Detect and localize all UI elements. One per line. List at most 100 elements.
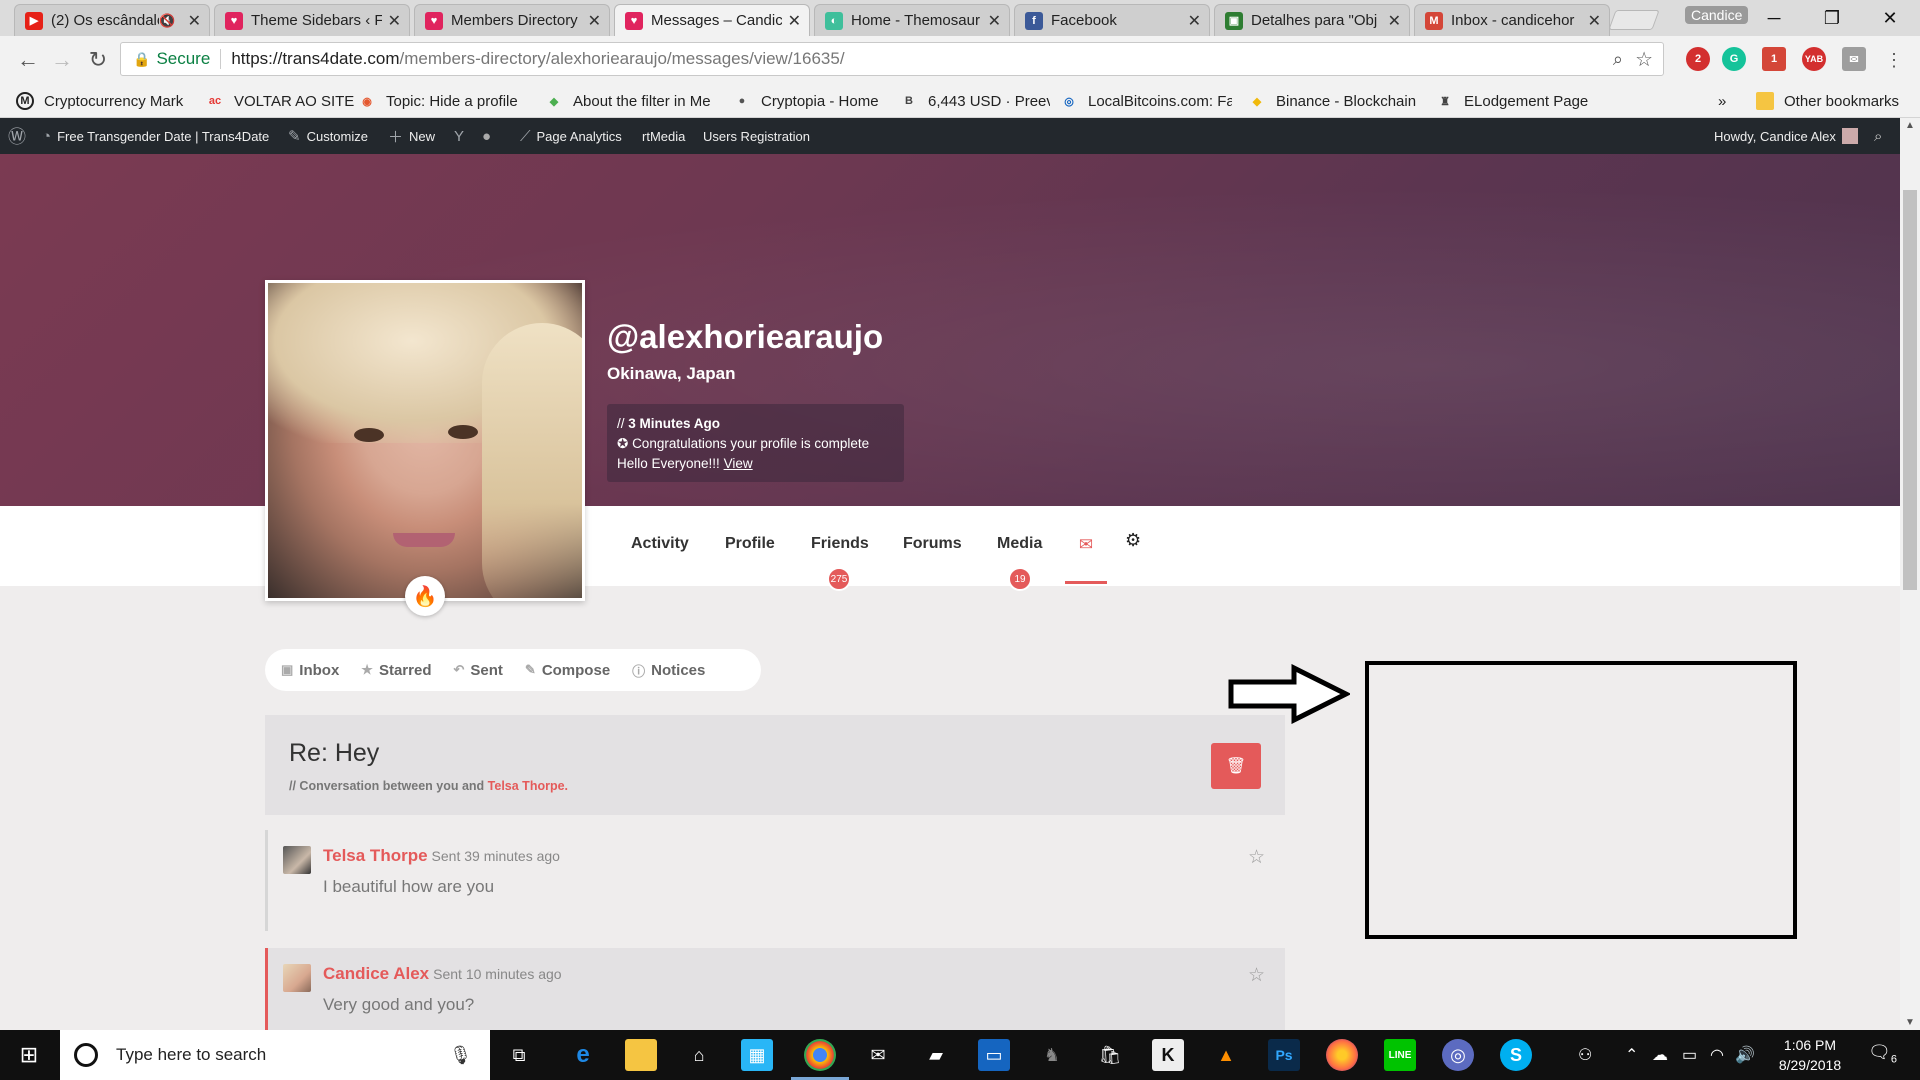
shopping-bag-icon[interactable]: 🛍: [1094, 1039, 1126, 1071]
cortana-icon[interactable]: [74, 1043, 98, 1067]
restore-icon[interactable]: ❐: [1803, 2, 1861, 34]
close-icon[interactable]: ✕: [588, 11, 601, 31]
people-icon[interactable]: ⚇: [1578, 1030, 1592, 1080]
close-icon[interactable]: ✕: [388, 11, 401, 31]
minimize-icon[interactable]: ─: [1745, 2, 1803, 34]
task-view-icon[interactable]: ⧉: [503, 1039, 535, 1071]
scroll-down-icon[interactable]: ▼: [1905, 1017, 1915, 1028]
scrollbar-thumb[interactable]: [1903, 190, 1917, 590]
extension-adblock-icon[interactable]: 2: [1686, 47, 1710, 71]
reload-icon[interactable]: ↻: [84, 46, 112, 74]
file-explorer-icon[interactable]: [625, 1039, 657, 1071]
avatar[interactable]: [283, 846, 311, 874]
star-outline-icon[interactable]: ☆: [1248, 846, 1265, 869]
close-icon[interactable]: ✕: [988, 11, 1001, 31]
chrome-icon[interactable]: [804, 1039, 836, 1071]
edge-icon[interactable]: e: [567, 1039, 599, 1071]
admin-customize[interactable]: ✎ Customize: [288, 118, 368, 154]
thread-participant-link[interactable]: Telsa Thorpe.: [488, 779, 568, 793]
bookmark-item[interactable]: ◉ Topic: Hide a profile: [358, 90, 530, 112]
vlc-icon[interactable]: ▲: [1210, 1039, 1242, 1071]
volume-icon[interactable]: 🔊: [1735, 1030, 1755, 1080]
grammarly-icon[interactable]: G: [1722, 47, 1746, 71]
line-icon[interactable]: LINE: [1384, 1039, 1416, 1071]
close-icon[interactable]: ✕: [188, 11, 201, 31]
back-arrow-icon[interactable]: ←: [14, 46, 42, 74]
admin-site-name[interactable]: ◔ Free Transgender Date | Trans4Date: [42, 118, 269, 154]
show-hidden-icons[interactable]: ⌃: [1625, 1030, 1638, 1080]
wordpress-logo-icon[interactable]: Ⓦ: [8, 118, 32, 154]
close-icon[interactable]: ✕: [1588, 11, 1601, 31]
battery-icon[interactable]: ▭: [1682, 1030, 1697, 1080]
bookmark-star-icon[interactable]: ☆: [1635, 47, 1653, 72]
browser-tab-detalhes[interactable]: ▣ Detalhes para "Obj ✕: [1214, 4, 1410, 36]
browser-tab-theme-sidebars[interactable]: ♥ Theme Sidebars ‹ F ✕: [214, 4, 410, 36]
tab-activity[interactable]: Activity: [631, 535, 689, 553]
bookmark-item[interactable]: M Cryptocurrency Mark: [16, 90, 191, 112]
browser-tab-gmail[interactable]: M Inbox - candicehor ✕: [1414, 4, 1610, 36]
bookmark-item[interactable]: ● Cryptopia - Home: [733, 90, 893, 112]
admin-users-registration[interactable]: Users Registration: [703, 118, 810, 154]
windows-start-icon[interactable]: ⊞: [0, 1030, 58, 1080]
sticky-notes-icon[interactable]: ▰: [920, 1039, 952, 1071]
forward-arrow-icon[interactable]: →: [48, 46, 76, 74]
bookmark-item[interactable]: ♜ ELodgement Page: [1436, 90, 1596, 112]
subnav-notices[interactable]: ⓘ Notices: [632, 661, 705, 680]
bookmark-item[interactable]: ◆ About the filter in Me: [545, 90, 720, 112]
tor-icon[interactable]: ◎: [1442, 1039, 1474, 1071]
tab-settings-gear-icon[interactable]: ⚙: [1125, 530, 1141, 551]
admin-rtmedia[interactable]: rtMedia: [642, 118, 685, 154]
onedrive-icon[interactable]: ☁: [1652, 1030, 1668, 1080]
tab-messages-envelope-icon[interactable]: ✉: [1065, 527, 1107, 563]
view-update-link[interactable]: View: [724, 456, 753, 471]
bookmark-item[interactable]: B 6,443 USD · Preev: [900, 90, 1050, 112]
search-icon[interactable]: ⌕: [1874, 118, 1888, 154]
scroll-up-icon[interactable]: ▲: [1905, 120, 1915, 131]
gmail-checker-icon[interactable]: 1: [1762, 47, 1786, 71]
wifi-icon[interactable]: ◠: [1710, 1030, 1724, 1080]
subnav-compose[interactable]: ✎ Compose: [525, 662, 610, 679]
avatar[interactable]: [283, 964, 311, 992]
bookmark-item[interactable]: ac VOLTAR AO SITE: [206, 90, 356, 112]
tab-profile[interactable]: Profile: [725, 535, 775, 553]
browser-profile-button[interactable]: Candice: [1685, 6, 1749, 24]
photoshop-icon[interactable]: Ps: [1268, 1039, 1300, 1071]
chrome-menu-icon[interactable]: ⋮: [1880, 46, 1908, 74]
close-icon[interactable]: ✕: [1188, 11, 1201, 31]
tab-friends[interactable]: Friends: [811, 535, 869, 553]
page-scrollbar[interactable]: ▲ ▼: [1900, 118, 1920, 1030]
tab-media[interactable]: Media: [997, 535, 1042, 553]
subnav-inbox[interactable]: ▣ Inbox: [281, 662, 339, 679]
skype-icon[interactable]: S: [1500, 1039, 1532, 1071]
yab-extension-icon[interactable]: YAB: [1802, 47, 1826, 71]
extension-grey-icon[interactable]: ✉: [1842, 47, 1866, 71]
delete-thread-button[interactable]: 🗑: [1211, 743, 1261, 789]
admin-page-analytics[interactable]: ⟋ Page Analytics: [520, 118, 622, 154]
firefox-icon[interactable]: [1326, 1039, 1358, 1071]
flame-icon[interactable]: 🔥: [405, 576, 445, 616]
other-bookmarks[interactable]: Other bookmarks: [1756, 90, 1899, 112]
notification-center[interactable]: 🗨6: [1868, 1042, 1897, 1066]
taskbar-clock[interactable]: 1:06 PM 8/29/2018: [1760, 1035, 1860, 1075]
address-bar[interactable]: 🔒 Secure https://trans4date.com /members…: [120, 42, 1664, 76]
bookmark-item[interactable]: ◎ LocalBitcoins.com: Fa: [1060, 90, 1232, 112]
microphone-icon[interactable]: 🎙: [449, 1045, 472, 1066]
sender-name[interactable]: Candice Alex: [323, 964, 429, 983]
star-outline-icon[interactable]: ☆: [1248, 964, 1265, 987]
sender-name[interactable]: Telsa Thorpe: [323, 846, 428, 865]
store-calendar-icon[interactable]: ▦: [741, 1039, 773, 1071]
zoom-icon[interactable]: ⌕: [1613, 49, 1623, 70]
bookmark-item[interactable]: ◆ Binance - Blockchain: [1248, 90, 1418, 112]
close-icon[interactable]: ✕: [1388, 11, 1401, 31]
admin-new[interactable]: ＋ New: [388, 118, 435, 154]
k-app-icon[interactable]: K: [1152, 1039, 1184, 1071]
browser-tab-facebook[interactable]: f Facebook ✕: [1014, 4, 1210, 36]
game-mask-icon[interactable]: ♞: [1036, 1039, 1068, 1071]
new-tab-button[interactable]: [1608, 10, 1660, 30]
mail-icon[interactable]: ✉: [862, 1039, 894, 1071]
speaker-muted-icon[interactable]: 🔇: [159, 13, 175, 29]
browser-tab-members-directory[interactable]: ♥ Members Directory ✕: [414, 4, 610, 36]
close-icon[interactable]: ✕: [788, 11, 801, 31]
home-icon[interactable]: ⌂: [683, 1039, 715, 1071]
monitor-icon[interactable]: ▭: [978, 1039, 1010, 1071]
